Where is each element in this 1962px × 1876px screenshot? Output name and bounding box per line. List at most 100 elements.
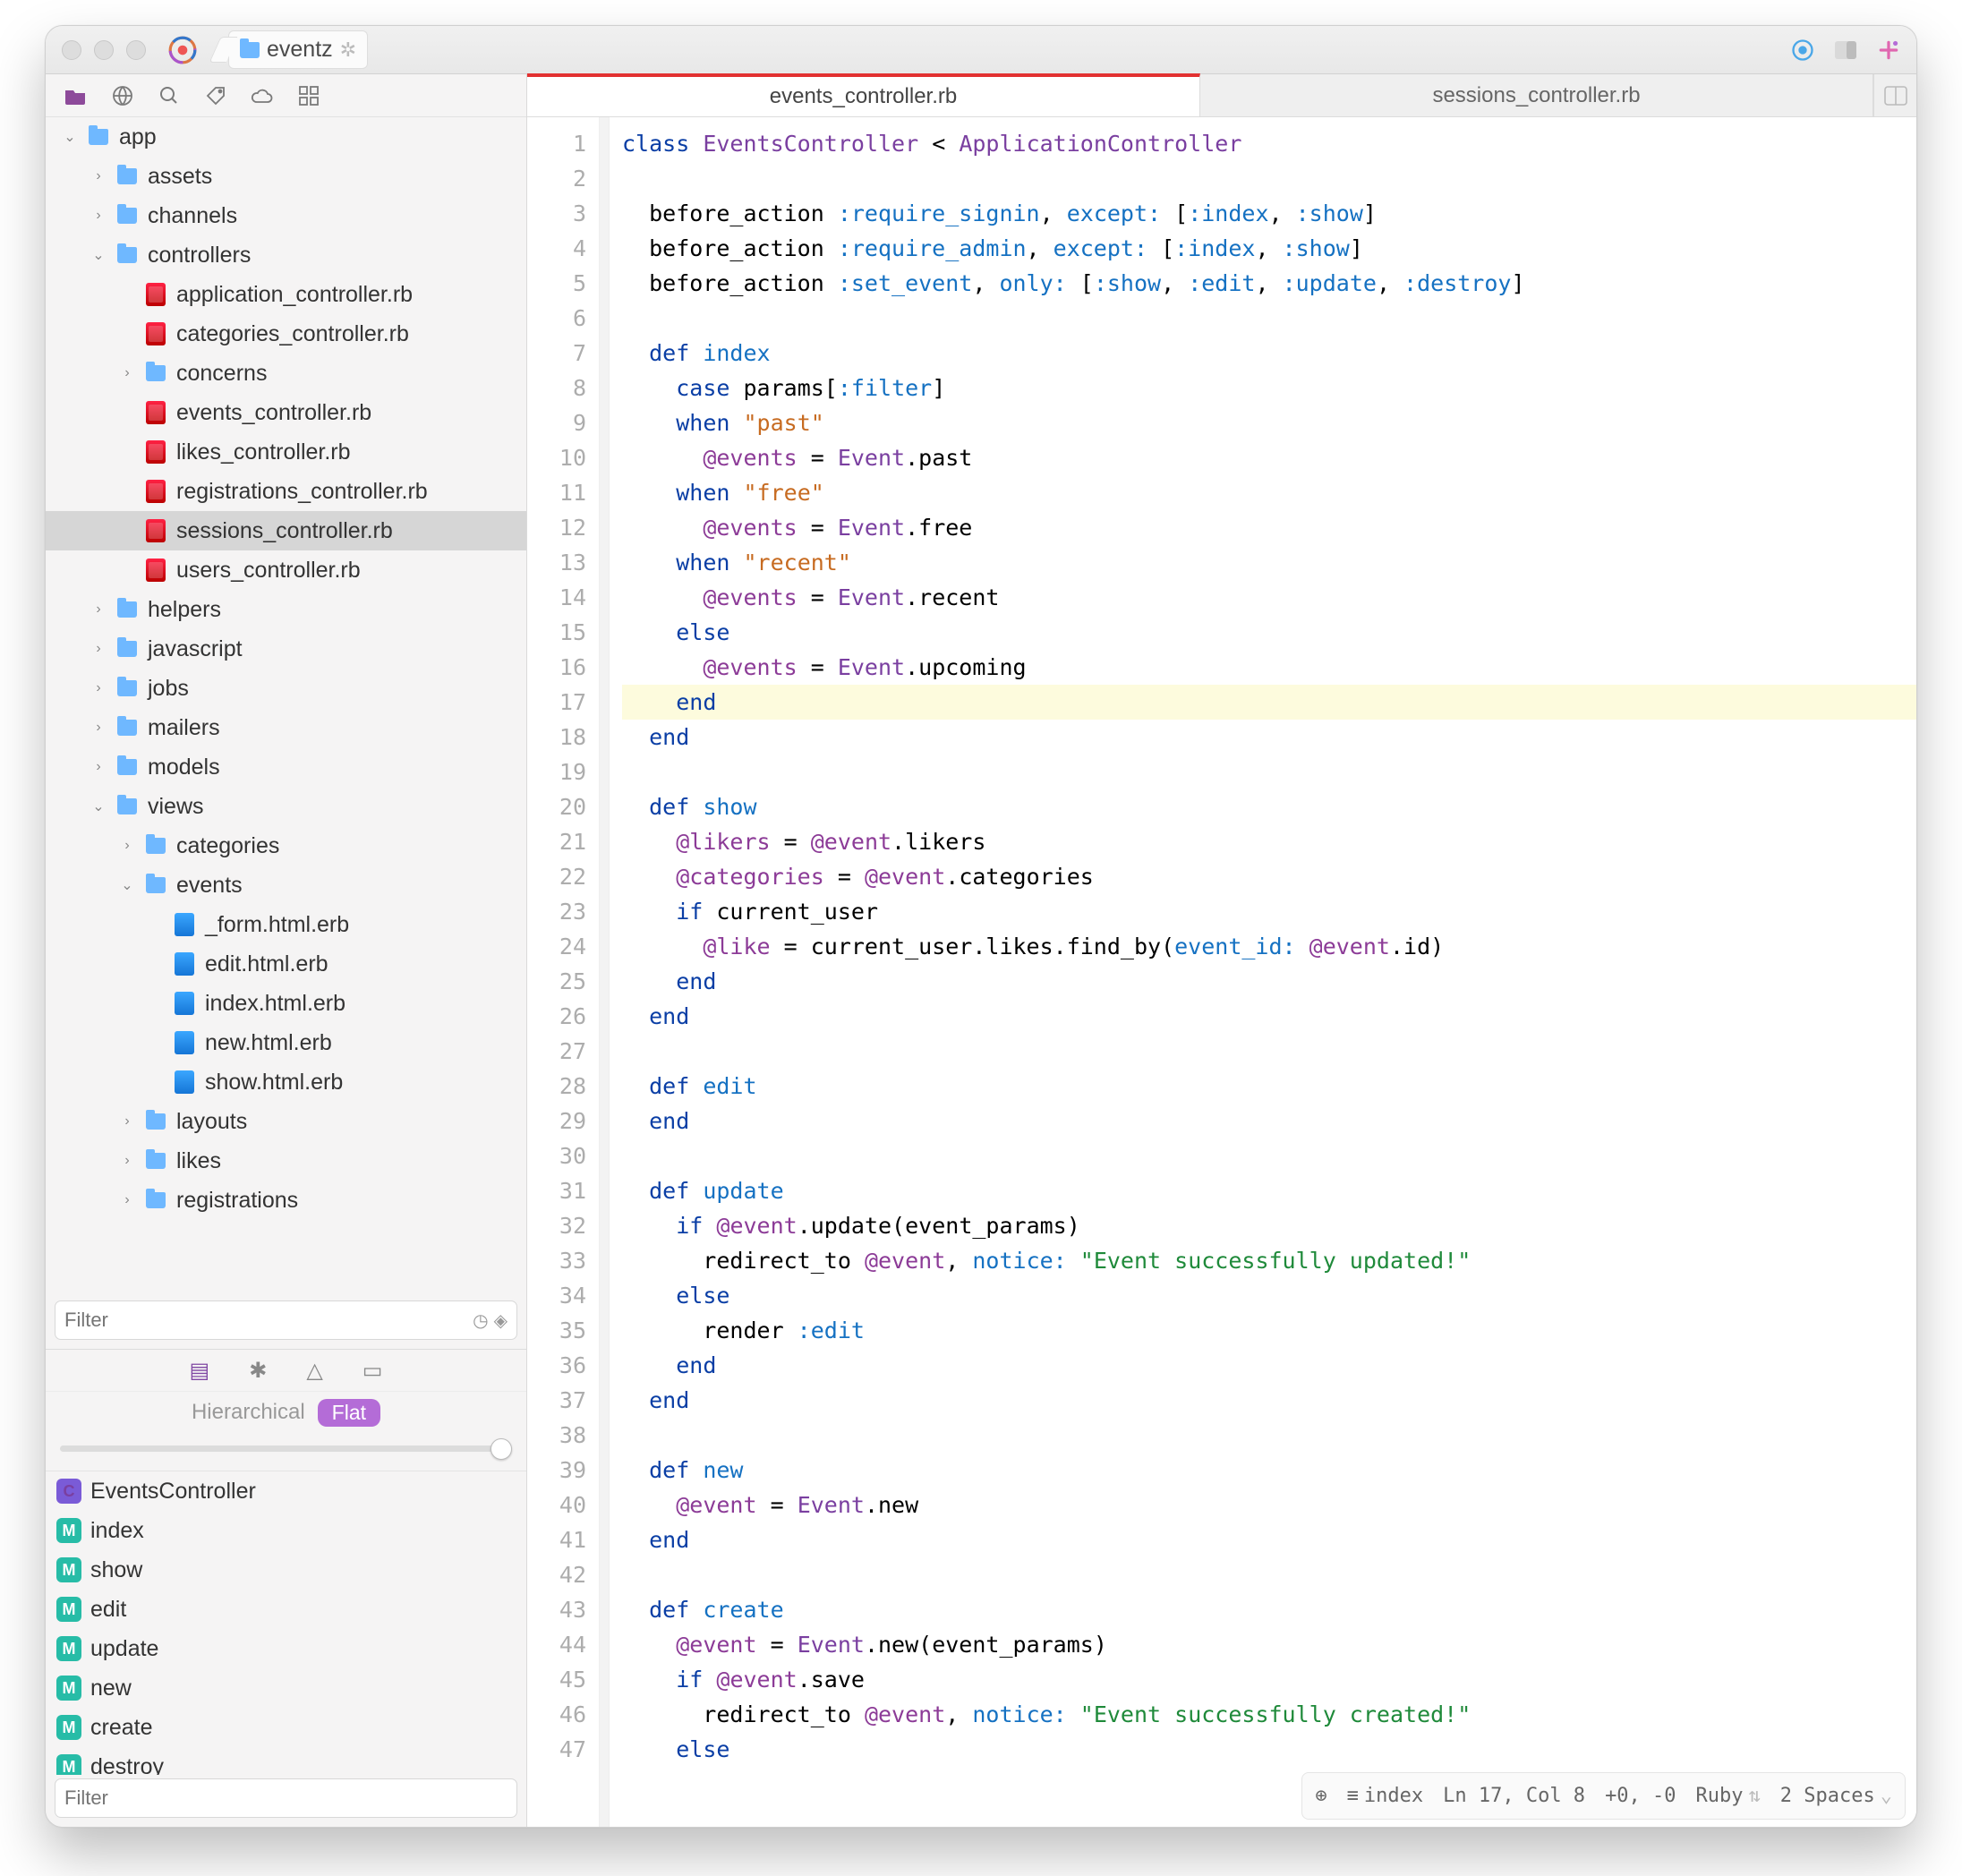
structure-filter[interactable] (55, 1778, 517, 1818)
tree-row-users-controller-rb[interactable]: ·users_controller.rb (46, 550, 526, 590)
tree-row-new-html-erb[interactable]: ·new.html.erb (46, 1023, 526, 1062)
tree-row-index-html-erb[interactable]: ·index.html.erb (46, 984, 526, 1023)
code-line-8[interactable]: case params[:filter] (622, 371, 1916, 405)
code-line-24[interactable]: @like = current_user.likes.find_by(event… (622, 929, 1916, 964)
chevron-right-icon[interactable]: › (119, 838, 135, 854)
code-line-10[interactable]: @events = Event.past (622, 440, 1916, 475)
zoom-window-button[interactable] (126, 40, 146, 60)
code-line-32[interactable]: if @event.update(event_params) (622, 1208, 1916, 1243)
chevron-down-icon[interactable]: ⌄ (62, 128, 78, 146)
code-line-33[interactable]: redirect_to @event, notice: "Event succe… (622, 1243, 1916, 1278)
tree-filter-input[interactable] (64, 1309, 467, 1332)
code-line-42[interactable] (622, 1557, 1916, 1592)
tag-icon[interactable] (203, 83, 228, 108)
code-line-6[interactable] (622, 301, 1916, 336)
chevron-down-icon[interactable]: ⌄ (90, 246, 107, 264)
tree-row-likes-controller-rb[interactable]: ·likes_controller.rb (46, 432, 526, 472)
code-line-1[interactable]: class EventsController < ApplicationCont… (622, 126, 1916, 161)
tree-row-categories-controller-rb[interactable]: ·categories_controller.rb (46, 314, 526, 354)
tree-row-jobs[interactable]: ›jobs (46, 669, 526, 708)
tree-row--form-html-erb[interactable]: ·_form.html.erb (46, 905, 526, 944)
code-line-28[interactable]: def edit (622, 1069, 1916, 1104)
code-line-4[interactable]: before_action :require_admin, except: [:… (622, 231, 1916, 266)
code-line-16[interactable]: @events = Event.upcoming (622, 650, 1916, 685)
status-position[interactable]: Ln 17, Col 8 (1443, 1778, 1585, 1813)
code-line-23[interactable]: if current_user (622, 894, 1916, 929)
warning-icon[interactable]: △ (306, 1358, 322, 1384)
tree-row-sessions-controller-rb[interactable]: ·sessions_controller.rb (46, 511, 526, 550)
tab-sessions-controller[interactable]: sessions_controller.rb (1200, 74, 1873, 116)
chevron-right-icon[interactable]: › (90, 641, 107, 657)
code-line-18[interactable]: end (622, 720, 1916, 755)
code-line-40[interactable]: @event = Event.new (622, 1488, 1916, 1522)
code-line-3[interactable]: before_action :require_signin, except: [… (622, 196, 1916, 231)
preview-icon[interactable] (1786, 33, 1820, 67)
chevron-right-icon[interactable]: › (119, 365, 135, 381)
structure-icon[interactable]: ▤ (190, 1358, 210, 1384)
settings-filter-icon[interactable]: ◈ (494, 1309, 508, 1332)
structure-item-create[interactable]: Mcreate (46, 1708, 526, 1747)
tree-row-registrations[interactable]: ›registrations (46, 1181, 526, 1220)
structure-filter-input[interactable] (64, 1786, 508, 1810)
code-line-15[interactable]: else (622, 615, 1916, 650)
code-line-2[interactable] (622, 161, 1916, 196)
tree-row-events-controller-rb[interactable]: ·events_controller.rb (46, 393, 526, 432)
globe-icon[interactable] (110, 83, 135, 108)
code-line-36[interactable]: end (622, 1348, 1916, 1383)
code-line-13[interactable]: when "recent" (622, 545, 1916, 580)
status-language[interactable]: Ruby ⇅ (1696, 1778, 1761, 1813)
code-line-7[interactable]: def index (622, 336, 1916, 371)
code-line-9[interactable]: when "past" (622, 405, 1916, 440)
code-line-34[interactable]: else (622, 1278, 1916, 1313)
code-line-26[interactable]: end (622, 999, 1916, 1034)
structure-item-destroy[interactable]: Mdestroy (46, 1747, 526, 1775)
code-line-45[interactable]: if @event.save (622, 1662, 1916, 1697)
code-line-46[interactable]: redirect_to @event, notice: "Event succe… (622, 1697, 1916, 1732)
chevron-down-icon[interactable]: ⌄ (119, 876, 135, 894)
chevron-right-icon[interactable]: › (90, 168, 107, 184)
code-line-29[interactable]: end (622, 1104, 1916, 1138)
tree-row-channels[interactable]: ›channels (46, 196, 526, 235)
terminal-icon[interactable]: ▭ (363, 1358, 383, 1384)
tree-row-application-controller-rb[interactable]: ·application_controller.rb (46, 275, 526, 314)
status-context[interactable]: ≡ index (1347, 1778, 1423, 1813)
tree-row-concerns[interactable]: ›concerns (46, 354, 526, 393)
code-line-44[interactable]: @event = Event.new(event_params) (622, 1627, 1916, 1662)
tree-row-registrations-controller-rb[interactable]: ·registrations_controller.rb (46, 472, 526, 511)
code-line-47[interactable]: else (622, 1732, 1916, 1767)
tree-row-events[interactable]: ⌄events (46, 866, 526, 905)
code-line-27[interactable] (622, 1034, 1916, 1069)
code-line-19[interactable] (622, 755, 1916, 789)
tree-row-show-html-erb[interactable]: ·show.html.erb (46, 1062, 526, 1102)
structure-list[interactable]: CEventsControllerMindexMshowMeditMupdate… (46, 1471, 526, 1775)
structure-item-show[interactable]: Mshow (46, 1550, 526, 1590)
code-line-14[interactable]: @events = Event.recent (622, 580, 1916, 615)
chevron-right-icon[interactable]: › (90, 680, 107, 696)
asterisk-icon[interactable]: ✱ (249, 1358, 267, 1384)
code-line-41[interactable]: end (622, 1522, 1916, 1557)
search-icon[interactable] (157, 83, 182, 108)
chevron-right-icon[interactable]: › (90, 720, 107, 736)
structure-item-update[interactable]: Mupdate (46, 1629, 526, 1668)
fold-strip[interactable] (599, 117, 610, 1827)
history-icon[interactable]: ◷ (473, 1309, 488, 1332)
structure-item-edit[interactable]: Medit (46, 1590, 526, 1629)
chevron-right-icon[interactable]: › (90, 208, 107, 224)
tree-row-mailers[interactable]: ›mailers (46, 708, 526, 747)
tree-row-layouts[interactable]: ›layouts (46, 1102, 526, 1141)
code-line-22[interactable]: @categories = @event.categories (622, 859, 1916, 894)
tree-row-app[interactable]: ⌄app (46, 117, 526, 157)
chevron-right-icon[interactable]: › (119, 1153, 135, 1169)
structure-item-new[interactable]: Mnew (46, 1668, 526, 1708)
tree-row-helpers[interactable]: ›helpers (46, 590, 526, 629)
status-target-icon[interactable]: ⊕ (1315, 1778, 1326, 1813)
code-line-11[interactable]: when "free" (622, 475, 1916, 510)
code-line-38[interactable] (622, 1418, 1916, 1453)
status-indent[interactable]: 2 Spaces ⌄ (1780, 1778, 1892, 1813)
structure-item-index[interactable]: Mindex (46, 1511, 526, 1550)
code-area[interactable]: 1234567891011121314151617181920212223242… (527, 117, 1916, 1827)
file-tree[interactable]: ⌄app›assets›channels⌄controllers·applica… (46, 117, 526, 1293)
structure-slider[interactable] (60, 1438, 512, 1460)
close-window-button[interactable] (62, 40, 81, 60)
code-line-17[interactable]: end (622, 685, 1916, 720)
